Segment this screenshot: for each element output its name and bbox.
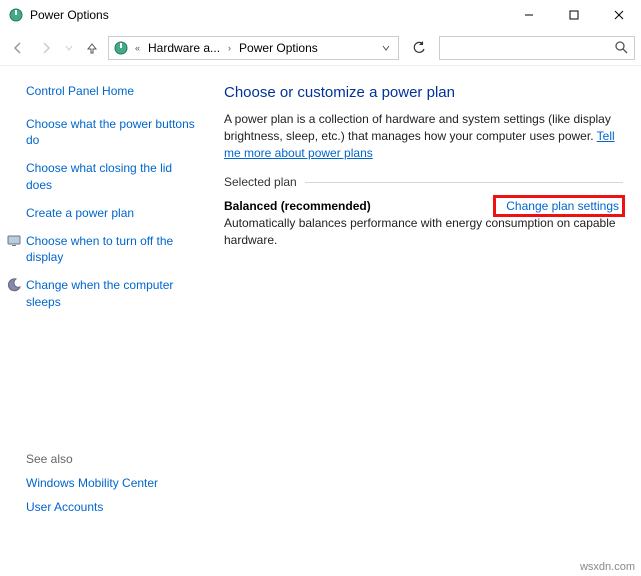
- see-also-mobility-center[interactable]: Windows Mobility Center: [26, 476, 196, 490]
- window-buttons: [506, 0, 641, 30]
- plan-description: Automatically balances performance with …: [224, 215, 623, 249]
- search-input[interactable]: [439, 36, 635, 60]
- plan-row: Balanced (recommended) Automatically bal…: [224, 199, 623, 249]
- breadcrumb-sep[interactable]: «: [133, 43, 142, 53]
- moon-icon: [6, 277, 22, 293]
- search-icon: [615, 41, 628, 54]
- divider: [305, 182, 623, 183]
- refresh-button[interactable]: [407, 36, 431, 60]
- task-turn-off-display[interactable]: Choose when to turn off the display: [26, 233, 198, 265]
- task-power-buttons[interactable]: Choose what the power buttons do: [26, 116, 198, 148]
- sidebar: Control Panel Home Choose what the power…: [0, 66, 210, 560]
- watermark: wsxdn.com: [580, 561, 635, 573]
- address-dropdown[interactable]: [378, 44, 394, 52]
- power-options-icon: [8, 7, 24, 23]
- minimize-button[interactable]: [506, 0, 551, 30]
- task-create-plan[interactable]: Create a power plan: [26, 205, 198, 221]
- selected-plan-label: Selected plan: [224, 175, 297, 189]
- recent-dropdown[interactable]: [62, 36, 76, 60]
- desc-text: A power plan is a collection of hardware…: [224, 112, 611, 143]
- task-label: Choose when to turn off the display: [26, 234, 173, 264]
- titlebar: Power Options: [0, 0, 641, 30]
- close-button[interactable]: [596, 0, 641, 30]
- maximize-button[interactable]: [551, 0, 596, 30]
- monitor-icon: [6, 233, 22, 249]
- task-label: Change when the computer sleeps: [26, 278, 173, 308]
- see-also-section: See also Windows Mobility Center User Ac…: [26, 452, 196, 524]
- control-panel-icon: [113, 40, 129, 56]
- see-also-user-accounts[interactable]: User Accounts: [26, 500, 196, 514]
- forward-button[interactable]: [34, 36, 58, 60]
- change-plan-settings-link[interactable]: Change plan settings: [506, 199, 619, 213]
- selected-plan-header: Selected plan: [224, 175, 623, 189]
- task-closing-lid[interactable]: Choose what closing the lid does: [26, 160, 198, 192]
- breadcrumb-power[interactable]: Power Options: [237, 41, 320, 55]
- task-computer-sleeps[interactable]: Change when the computer sleeps: [26, 277, 198, 309]
- main-panel: Choose or customize a power plan A power…: [210, 66, 641, 560]
- page-description: A power plan is a collection of hardware…: [224, 111, 623, 161]
- address-bar[interactable]: « Hardware a... › Power Options: [108, 36, 399, 60]
- see-also-label: See also: [26, 452, 196, 466]
- content-area: Control Panel Home Choose what the power…: [0, 66, 641, 560]
- up-button[interactable]: [80, 36, 104, 60]
- window-title: Power Options: [30, 8, 506, 22]
- back-button[interactable]: [6, 36, 30, 60]
- breadcrumb-sep[interactable]: ›: [226, 43, 233, 53]
- breadcrumb-hardware[interactable]: Hardware a...: [146, 41, 222, 55]
- control-panel-home-link[interactable]: Control Panel Home: [26, 84, 198, 98]
- navigation-bar: « Hardware a... › Power Options: [0, 30, 641, 66]
- page-heading: Choose or customize a power plan: [224, 84, 623, 101]
